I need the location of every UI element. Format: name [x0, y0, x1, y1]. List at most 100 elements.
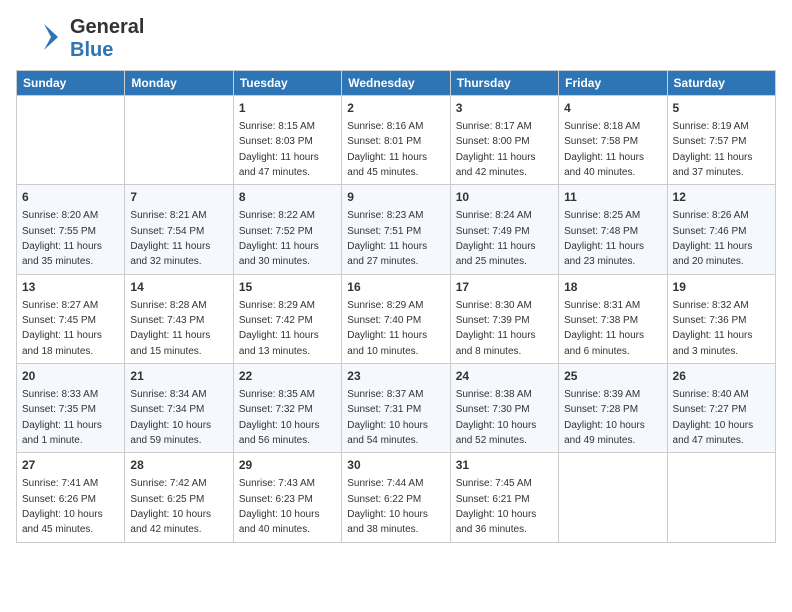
calendar-cell [559, 453, 667, 542]
day-number: 13 [22, 279, 119, 296]
weekday-header: Friday [559, 71, 667, 96]
day-info: Sunrise: 8:40 AM Sunset: 7:27 PM Dayligh… [673, 389, 754, 446]
day-info: Sunrise: 8:30 AM Sunset: 7:39 PM Dayligh… [456, 300, 536, 357]
day-info: Sunrise: 8:21 AM Sunset: 7:54 PM Dayligh… [130, 210, 210, 267]
calendar-cell: 14Sunrise: 8:28 AM Sunset: 7:43 PM Dayli… [125, 274, 233, 363]
day-info: Sunrise: 8:34 AM Sunset: 7:34 PM Dayligh… [130, 389, 211, 446]
day-info: Sunrise: 8:24 AM Sunset: 7:49 PM Dayligh… [456, 210, 536, 267]
calendar-cell: 11Sunrise: 8:25 AM Sunset: 7:48 PM Dayli… [559, 185, 667, 274]
calendar-cell: 1Sunrise: 8:15 AM Sunset: 8:03 PM Daylig… [233, 96, 341, 185]
day-number: 21 [130, 368, 227, 385]
day-number: 30 [347, 457, 444, 474]
calendar-cell: 2 Sunrise: 8:16 AM Sunset: 8:01 PM Daylig… [342, 96, 450, 185]
day-info: Sunrise: 7:43 AM Sunset: 6:23 PM Dayligh… [239, 478, 320, 535]
day-number: 3 [456, 100, 553, 117]
day-number: 29 [239, 457, 336, 474]
day-number: 16 [347, 279, 444, 296]
day-number: 26 [673, 368, 770, 385]
day-number: 2 [347, 100, 444, 117]
logo-icon [16, 19, 66, 59]
weekday-header: Sunday [17, 71, 125, 96]
day-number: 20 [22, 368, 119, 385]
day-number: 19 [673, 279, 770, 296]
calendar-week-row: 27 Sunrise: 7:41 AM Sunset: 6:26 PM Dayli… [17, 453, 776, 542]
calendar-cell: 9 Sunrise: 8:23 AM Sunset: 7:51 PM Daylig… [342, 185, 450, 274]
calendar-table: SundayMondayTuesdayWednesdayThursdayFrid… [16, 70, 776, 543]
calendar-cell: 21 Sunrise: 8:34 AM Sunset: 7:34 PM Dayli… [125, 364, 233, 453]
day-info: Sunrise: 8:37 AM Sunset: 7:31 PM Dayligh… [347, 389, 428, 446]
day-info: Sunrise: 8:28 AM Sunset: 7:43 PM Dayligh… [130, 300, 210, 357]
calendar-cell: 25 Sunrise: 8:39 AM Sunset: 7:28 PM Dayli… [559, 364, 667, 453]
day-number: 9 [347, 189, 444, 206]
weekday-header: Thursday [450, 71, 558, 96]
calendar-cell: 26 Sunrise: 8:40 AM Sunset: 7:27 PM Dayli… [667, 364, 775, 453]
logo-general: General [70, 16, 144, 39]
calendar-cell: 13 Sunrise: 8:27 AM Sunset: 7:45 PM Dayli… [17, 274, 125, 363]
weekday-header: Monday [125, 71, 233, 96]
day-info: Sunrise: 8:26 AM Sunset: 7:46 PM Dayligh… [673, 210, 753, 267]
calendar-cell: 20 Sunrise: 8:33 AM Sunset: 7:35 PM Dayli… [17, 364, 125, 453]
day-number: 18 [564, 279, 661, 296]
calendar-cell: 16 Sunrise: 8:29 AM Sunset: 7:40 PM Dayli… [342, 274, 450, 363]
calendar-cell: 8Sunrise: 8:22 AM Sunset: 7:52 PM Daylig… [233, 185, 341, 274]
day-info: Sunrise: 8:33 AM Sunset: 7:35 PM Dayligh… [22, 389, 102, 446]
day-number: 28 [130, 457, 227, 474]
day-info: Sunrise: 8:16 AM Sunset: 8:01 PM Dayligh… [347, 121, 427, 178]
calendar-cell [17, 96, 125, 185]
calendar-cell: 18 Sunrise: 8:31 AM Sunset: 7:38 PM Dayli… [559, 274, 667, 363]
logo-blue: Blue [70, 39, 113, 61]
calendar-cell: 12 Sunrise: 8:26 AM Sunset: 7:46 PM Dayli… [667, 185, 775, 274]
day-info: Sunrise: 7:41 AM Sunset: 6:26 PM Dayligh… [22, 478, 103, 535]
day-info: Sunrise: 8:38 AM Sunset: 7:30 PM Dayligh… [456, 389, 537, 446]
calendar-cell: 3 Sunrise: 8:17 AM Sunset: 8:00 PM Daylig… [450, 96, 558, 185]
day-number: 8 [239, 189, 336, 206]
calendar-cell: 15 Sunrise: 8:29 AM Sunset: 7:42 PM Dayli… [233, 274, 341, 363]
day-info: Sunrise: 8:27 AM Sunset: 7:45 PM Dayligh… [22, 300, 102, 357]
day-info: Sunrise: 8:31 AM Sunset: 7:38 PM Dayligh… [564, 300, 644, 357]
day-number: 25 [564, 368, 661, 385]
calendar-week-row: 6Sunrise: 8:20 AM Sunset: 7:55 PM Daylig… [17, 185, 776, 274]
day-info: Sunrise: 7:45 AM Sunset: 6:21 PM Dayligh… [456, 478, 537, 535]
calendar-week-row: 1Sunrise: 8:15 AM Sunset: 8:03 PM Daylig… [17, 96, 776, 185]
day-number: 6 [22, 189, 119, 206]
calendar-cell [667, 453, 775, 542]
calendar-cell: 29 Sunrise: 7:43 AM Sunset: 6:23 PM Dayli… [233, 453, 341, 542]
day-number: 5 [673, 100, 770, 117]
calendar-cell: 19 Sunrise: 8:32 AM Sunset: 7:36 PM Dayli… [667, 274, 775, 363]
day-number: 1 [239, 100, 336, 117]
calendar-cell: 30 Sunrise: 7:44 AM Sunset: 6:22 PM Dayli… [342, 453, 450, 542]
day-number: 24 [456, 368, 553, 385]
day-number: 22 [239, 368, 336, 385]
calendar-cell: 31 Sunrise: 7:45 AM Sunset: 6:21 PM Dayli… [450, 453, 558, 542]
calendar-cell: 22 Sunrise: 8:35 AM Sunset: 7:32 PM Dayli… [233, 364, 341, 453]
day-number: 27 [22, 457, 119, 474]
calendar-cell [125, 96, 233, 185]
calendar-cell: 27 Sunrise: 7:41 AM Sunset: 6:26 PM Dayli… [17, 453, 125, 542]
day-number: 7 [130, 189, 227, 206]
day-info: Sunrise: 7:44 AM Sunset: 6:22 PM Dayligh… [347, 478, 428, 535]
calendar-cell: 28 Sunrise: 7:42 AM Sunset: 6:25 PM Dayli… [125, 453, 233, 542]
day-info: Sunrise: 8:17 AM Sunset: 8:00 PM Dayligh… [456, 121, 536, 178]
calendar-cell: 4 Sunrise: 8:18 AM Sunset: 7:58 PM Daylig… [559, 96, 667, 185]
day-number: 11 [564, 189, 661, 206]
weekday-header: Wednesday [342, 71, 450, 96]
day-number: 15 [239, 279, 336, 296]
day-number: 23 [347, 368, 444, 385]
logo: GeneralBlue [16, 16, 144, 62]
calendar-cell: 17 Sunrise: 8:30 AM Sunset: 7:39 PM Dayli… [450, 274, 558, 363]
day-number: 31 [456, 457, 553, 474]
day-info: Sunrise: 7:42 AM Sunset: 6:25 PM Dayligh… [130, 478, 211, 535]
day-number: 12 [673, 189, 770, 206]
day-info: Sunrise: 8:32 AM Sunset: 7:36 PM Dayligh… [673, 300, 753, 357]
page-header: GeneralBlue [16, 16, 776, 62]
day-number: 4 [564, 100, 661, 117]
calendar-header-row: SundayMondayTuesdayWednesdayThursdayFrid… [17, 71, 776, 96]
day-info: Sunrise: 8:18 AM Sunset: 7:58 PM Dayligh… [564, 121, 644, 178]
day-info: Sunrise: 8:29 AM Sunset: 7:40 PM Dayligh… [347, 300, 427, 357]
day-info: Sunrise: 8:39 AM Sunset: 7:28 PM Dayligh… [564, 389, 645, 446]
day-info: Sunrise: 8:23 AM Sunset: 7:51 PM Dayligh… [347, 210, 427, 267]
day-info: Sunrise: 8:35 AM Sunset: 7:32 PM Dayligh… [239, 389, 320, 446]
day-number: 17 [456, 279, 553, 296]
day-info: Sunrise: 8:19 AM Sunset: 7:57 PM Dayligh… [673, 121, 753, 178]
day-info: Sunrise: 8:29 AM Sunset: 7:42 PM Dayligh… [239, 300, 319, 357]
